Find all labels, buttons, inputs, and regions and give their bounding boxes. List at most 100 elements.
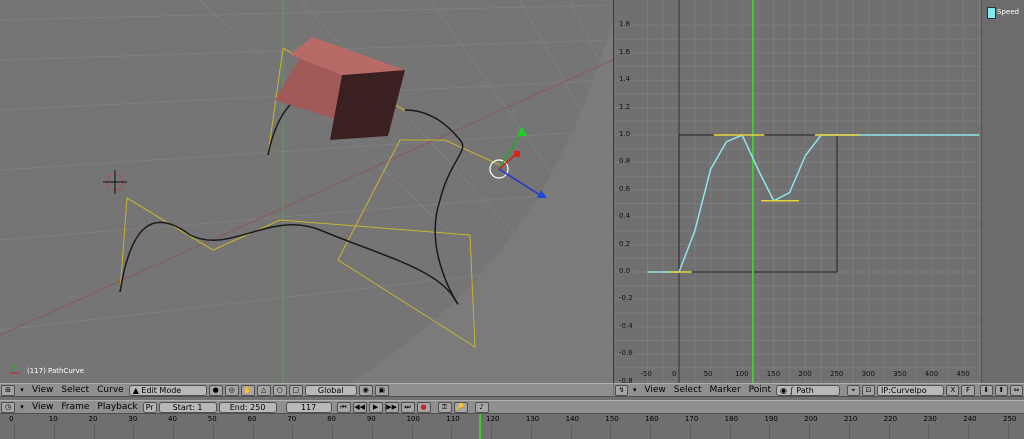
y-tick-label: 1.4 xyxy=(619,75,631,84)
timeline-tick-label: 190 xyxy=(764,415,778,423)
y-tick-label: 0.8 xyxy=(619,157,631,166)
y-tick-label: -0.6 xyxy=(619,349,633,358)
keying-set-icon[interactable]: ⚿ xyxy=(437,401,452,413)
hand-icon[interactable]: ✋ xyxy=(240,384,255,396)
y-tick-label: 0.4 xyxy=(619,212,631,221)
channel-color-swatch[interactable] xyxy=(987,7,996,19)
timeline-tick-line xyxy=(173,425,175,439)
rotate-icon[interactable]: ○ xyxy=(272,384,287,396)
ipo-type-label: Path xyxy=(796,385,814,395)
timeline-tick-label: 90 xyxy=(366,415,376,423)
timeline-tick-line xyxy=(650,425,652,439)
timeline-tick-line xyxy=(212,425,214,439)
ipo-menu-point[interactable]: Point xyxy=(749,385,771,395)
timeline-tick-label: 130 xyxy=(525,415,540,423)
timeline-tick-label: 220 xyxy=(883,415,898,423)
mode-select[interactable]: ▲ Edit Mode xyxy=(128,384,207,396)
timeline-type-icon[interactable]: ◷ xyxy=(1,401,15,413)
unlink-x-button[interactable]: X xyxy=(946,384,960,396)
ipo-type-select[interactable]: ◉ ∫ Path xyxy=(776,384,840,396)
y-tick-label: 1.0 xyxy=(619,130,631,138)
ipo-menu-view[interactable]: View xyxy=(644,385,665,395)
pin-icon[interactable]: ⌖ xyxy=(846,384,860,396)
timeline-collapse-icon[interactable]: ▾ xyxy=(17,402,27,413)
timeline-tick-line xyxy=(888,425,890,439)
browse-icon[interactable]: ⊡ xyxy=(861,384,875,396)
y-tick-label: 0.6 xyxy=(619,184,631,193)
end-frame-field[interactable]: End: 250 xyxy=(218,401,277,413)
timeline-tick-line xyxy=(133,425,135,439)
timeline-menu-playback[interactable]: Playback xyxy=(97,402,137,412)
timeline-tick-label: 140 xyxy=(565,415,579,423)
ipo-menu-select[interactable]: Select xyxy=(674,385,702,395)
y-tick-label: -0.4 xyxy=(619,321,633,330)
jump-start-icon[interactable]: ⏮ xyxy=(336,401,351,413)
y-tick-label: 0.2 xyxy=(619,239,631,248)
current-frame-field[interactable]: 117 xyxy=(285,401,332,413)
path-curve[interactable] xyxy=(119,109,464,305)
pivot-icon[interactable]: ◎ xyxy=(224,384,239,396)
ipo-editor-type-icon[interactable]: ↯ xyxy=(615,384,629,396)
timeline-tick-line xyxy=(53,425,55,439)
jump-end-icon[interactable]: ⏭ xyxy=(400,401,415,413)
ipo-name-field[interactable]: IP:Curvelpo xyxy=(876,384,945,396)
start-frame-field[interactable]: Start: 1 xyxy=(158,401,217,413)
orientation-select[interactable]: Global xyxy=(304,384,357,396)
menu-view[interactable]: View xyxy=(32,385,53,395)
preview-toggle[interactable]: Pr xyxy=(142,401,157,413)
next-key-icon[interactable]: ▶▶ xyxy=(384,401,399,413)
3d-viewport[interactable]: (117) PathCurve xyxy=(0,0,613,383)
paste-icon[interactable]: ⬆ xyxy=(994,384,1008,396)
x-tick-label: 350 xyxy=(893,370,907,378)
channel-label[interactable]: Speed xyxy=(997,8,1019,16)
timeline-tick-line xyxy=(928,425,930,439)
cube-side xyxy=(330,70,405,140)
ipo-channel-panel[interactable]: Speed xyxy=(981,0,1024,383)
editor-type-icon[interactable]: ⊞ xyxy=(1,384,15,396)
x-arrow-icon[interactable] xyxy=(514,151,520,157)
draw-type-icon[interactable]: ● xyxy=(208,384,223,396)
ipo-collapse-icon[interactable]: ▾ xyxy=(630,385,639,396)
timeline-tick-label: 30 xyxy=(128,415,138,423)
timeline-tick-label: 60 xyxy=(247,415,257,423)
timeline-tick-line xyxy=(93,425,95,439)
ipo-graph xyxy=(614,0,981,383)
menu-select[interactable]: Select xyxy=(61,385,89,395)
menu-curve[interactable]: Curve xyxy=(97,385,124,395)
y-arrow-icon[interactable] xyxy=(517,126,527,136)
timeline-tick-line xyxy=(689,425,691,439)
timeline-tick-line xyxy=(332,425,334,439)
y-tick-label: 1.8 xyxy=(619,20,631,29)
audio-icon[interactable]: ♪ xyxy=(474,401,489,413)
fake-user-button[interactable]: F xyxy=(961,384,975,396)
x-tick-label: 400 xyxy=(924,370,939,378)
record-icon[interactable]: ● xyxy=(416,401,431,413)
timeline-current-frame[interactable] xyxy=(479,414,482,439)
collapse-icon[interactable]: ▾ xyxy=(17,385,27,396)
timeline-tick-line xyxy=(769,425,771,439)
y-tick-label: 1.2 xyxy=(619,102,631,111)
ipo-header: ↯ ▾ View Select Marker Point ◉ ∫ Path ⌖ … xyxy=(614,383,1024,397)
play-icon[interactable]: ▶ xyxy=(368,401,383,413)
x-tick-label: 300 xyxy=(861,370,875,378)
ipo-menu-marker[interactable]: Marker xyxy=(710,385,741,395)
timeline-tick-line xyxy=(729,425,731,439)
proportional-icon[interactable]: ◉ xyxy=(358,384,373,396)
prev-key-icon[interactable]: ◀◀ xyxy=(352,401,367,413)
translate-icon[interactable]: △ xyxy=(256,384,271,396)
key-icon[interactable]: 🔑 xyxy=(453,401,468,413)
timeline-tick-label: 100 xyxy=(406,415,420,423)
timeline-tick-label: 40 xyxy=(168,415,177,423)
timeline-header: ◷ ▾ View Frame Playback Pr Start: 1 End:… xyxy=(0,400,1024,414)
ipo-editor[interactable]: 1.8 1.6 1.4 1.2 1.0 0.8 0.6 0.4 0.2 0.0 -0.2 -0.4 -0… xyxy=(614,0,981,383)
render-icon[interactable]: ▣ xyxy=(374,384,389,396)
zoom-icon[interactable]: ⇔ xyxy=(1009,384,1024,396)
mode-label: Edit Mode xyxy=(141,385,182,395)
x-tick-label: 250 xyxy=(830,370,844,378)
timeline-tick-label: 0 xyxy=(9,415,14,423)
timeline[interactable] xyxy=(0,414,1024,439)
timeline-menu-view[interactable]: View xyxy=(32,402,53,412)
scale-icon[interactable]: □ xyxy=(288,384,303,396)
timeline-menu-frame[interactable]: Frame xyxy=(61,402,89,412)
copy-icon[interactable]: ⬇ xyxy=(979,384,993,396)
